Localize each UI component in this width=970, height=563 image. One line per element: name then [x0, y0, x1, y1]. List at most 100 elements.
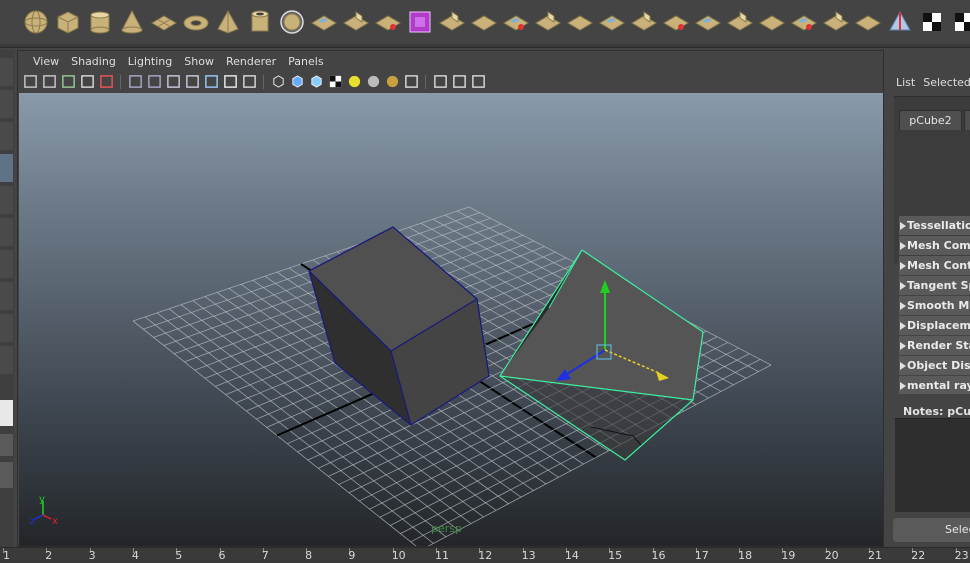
- section-smooth-mesh[interactable]: Smooth Mesh: [899, 296, 970, 315]
- smooth-shade-icon[interactable]: [289, 74, 305, 90]
- safe-action-icon[interactable]: [222, 74, 238, 90]
- expand-arrow-icon[interactable]: [899, 301, 907, 310]
- bookmark-icon[interactable]: [60, 74, 76, 90]
- notes-field[interactable]: [895, 418, 970, 512]
- isolate-select-icon[interactable]: [451, 74, 467, 90]
- expand-arrow-icon[interactable]: [899, 381, 907, 390]
- extract-icon[interactable]: [374, 7, 402, 37]
- insert-edge-loop-icon[interactable]: [758, 7, 786, 37]
- menu-shading[interactable]: Shading: [65, 55, 122, 68]
- poly-cylinder-icon[interactable]: [86, 7, 114, 37]
- extrude-icon[interactable]: [534, 7, 562, 37]
- gate-mask-icon[interactable]: [184, 74, 200, 90]
- menu-lighting[interactable]: Lighting: [122, 55, 178, 68]
- bevel-icon[interactable]: [438, 7, 466, 37]
- rotate-tool-icon[interactable]: [0, 186, 13, 214]
- expand-arrow-icon[interactable]: [899, 341, 907, 350]
- pcube1[interactable]: [308, 226, 490, 426]
- time-slider[interactable]: 1 2 3 4 5 6 7 8 9 10 11 12 13 14 15 16 17 18 19 20 21 22 23: [0, 547, 970, 563]
- expand-arrow-icon[interactable]: [899, 221, 907, 230]
- outliner-layout-icon[interactable]: [0, 462, 13, 488]
- menu-renderer[interactable]: Renderer: [220, 55, 282, 68]
- camera-select-icon[interactable]: [22, 74, 38, 90]
- duplicate-face-icon[interactable]: [694, 7, 722, 37]
- menu-panels[interactable]: Panels: [282, 55, 329, 68]
- shelf-divider: [0, 44, 970, 48]
- image-plane-icon[interactable]: [79, 74, 95, 90]
- section-object-display[interactable]: Object Display: [899, 356, 970, 375]
- scale-tool-icon[interactable]: [0, 218, 13, 246]
- automatic-uv-icon[interactable]: [950, 7, 970, 37]
- offset-edge-loop-icon[interactable]: [790, 7, 818, 37]
- shadows-icon[interactable]: [365, 74, 381, 90]
- separate-icon[interactable]: [342, 7, 370, 37]
- poly-pipe-icon[interactable]: [246, 7, 274, 37]
- section-mental-ray[interactable]: mental ray: [899, 376, 970, 394]
- expand-arrow-icon[interactable]: [899, 361, 907, 370]
- paint-select-tool-icon[interactable]: [0, 122, 13, 150]
- merge-icon[interactable]: [566, 7, 594, 37]
- move-tool-icon[interactable]: [0, 154, 13, 182]
- resolution-gate-icon[interactable]: [165, 74, 181, 90]
- manipulator-icon[interactable]: [0, 250, 13, 278]
- expand-arrow-icon[interactable]: [899, 241, 907, 250]
- list-menu[interactable]: List: [896, 76, 915, 89]
- section-mesh-controls[interactable]: Mesh Controls: [899, 256, 970, 275]
- grid-icon[interactable]: [127, 74, 143, 90]
- menu-view[interactable]: View: [27, 55, 65, 68]
- bridge-icon[interactable]: [470, 7, 498, 37]
- select-tool-icon[interactable]: [0, 58, 13, 86]
- poly-soccer-ball-icon[interactable]: [278, 7, 306, 37]
- perspective-viewport[interactable]: yx z persp: [19, 93, 883, 546]
- show-manipulator-icon[interactable]: [0, 314, 13, 342]
- wedge-icon[interactable]: [630, 7, 658, 37]
- select-camera-icon[interactable]: [403, 74, 419, 90]
- poly-pyramid-icon[interactable]: [214, 7, 242, 37]
- node-tab-shape[interactable]: [964, 110, 970, 130]
- poly-cube-icon[interactable]: [54, 7, 82, 37]
- selected-menu[interactable]: Selected: [923, 76, 970, 89]
- select-button[interactable]: Select: [893, 518, 970, 542]
- wireframe-on-shaded-icon[interactable]: [308, 74, 324, 90]
- xray-joints-icon[interactable]: [470, 74, 486, 90]
- textured-icon[interactable]: [327, 74, 343, 90]
- expand-arrow-icon[interactable]: [899, 281, 907, 290]
- node-tab-pcube2[interactable]: pCube2: [899, 110, 962, 130]
- append-polygon-icon[interactable]: [502, 7, 530, 37]
- section-tessellation[interactable]: Tessellation: [899, 216, 970, 235]
- expand-arrow-icon[interactable]: [899, 261, 907, 270]
- safe-title-icon[interactable]: [241, 74, 257, 90]
- split-polygon-icon[interactable]: [726, 7, 754, 37]
- poly-sphere-icon[interactable]: [22, 7, 50, 37]
- section-displacement-map[interactable]: Displacement Map: [899, 316, 970, 335]
- wireframe-icon[interactable]: [270, 74, 286, 90]
- use-all-lights-icon[interactable]: [346, 74, 362, 90]
- poke-icon[interactable]: [662, 7, 690, 37]
- last-tool-icon[interactable]: [0, 346, 13, 374]
- four-view-layout-icon[interactable]: [0, 434, 13, 456]
- film-gate-icon[interactable]: [146, 74, 162, 90]
- planar-uv-icon[interactable]: [918, 7, 946, 37]
- fill-hole-icon[interactable]: [598, 7, 626, 37]
- sculpt-icon[interactable]: [886, 7, 914, 37]
- section-tangent-space[interactable]: Tangent Space: [899, 276, 970, 295]
- section-mesh-component-display[interactable]: Mesh Component Display: [899, 236, 970, 255]
- 2d-pan-zoom-icon[interactable]: [98, 74, 114, 90]
- camera-attributes-icon[interactable]: [41, 74, 57, 90]
- xray-icon[interactable]: [432, 74, 448, 90]
- slide-edge-icon[interactable]: [822, 7, 850, 37]
- soft-modification-icon[interactable]: [0, 282, 13, 310]
- lasso-tool-icon[interactable]: [0, 90, 13, 118]
- field-chart-icon[interactable]: [203, 74, 219, 90]
- smooth-icon[interactable]: [406, 7, 434, 37]
- poly-cone-icon[interactable]: [118, 7, 146, 37]
- poly-plane-icon[interactable]: [150, 7, 178, 37]
- ambient-occlusion-icon[interactable]: [384, 74, 400, 90]
- menu-show[interactable]: Show: [178, 55, 220, 68]
- single-perspective-layout-icon[interactable]: [0, 400, 13, 426]
- section-render-stats[interactable]: Render Stats: [899, 336, 970, 355]
- cut-faces-icon[interactable]: [854, 7, 882, 37]
- poly-torus-icon[interactable]: [182, 7, 210, 37]
- expand-arrow-icon[interactable]: [899, 321, 907, 330]
- combine-icon[interactable]: [310, 7, 338, 37]
